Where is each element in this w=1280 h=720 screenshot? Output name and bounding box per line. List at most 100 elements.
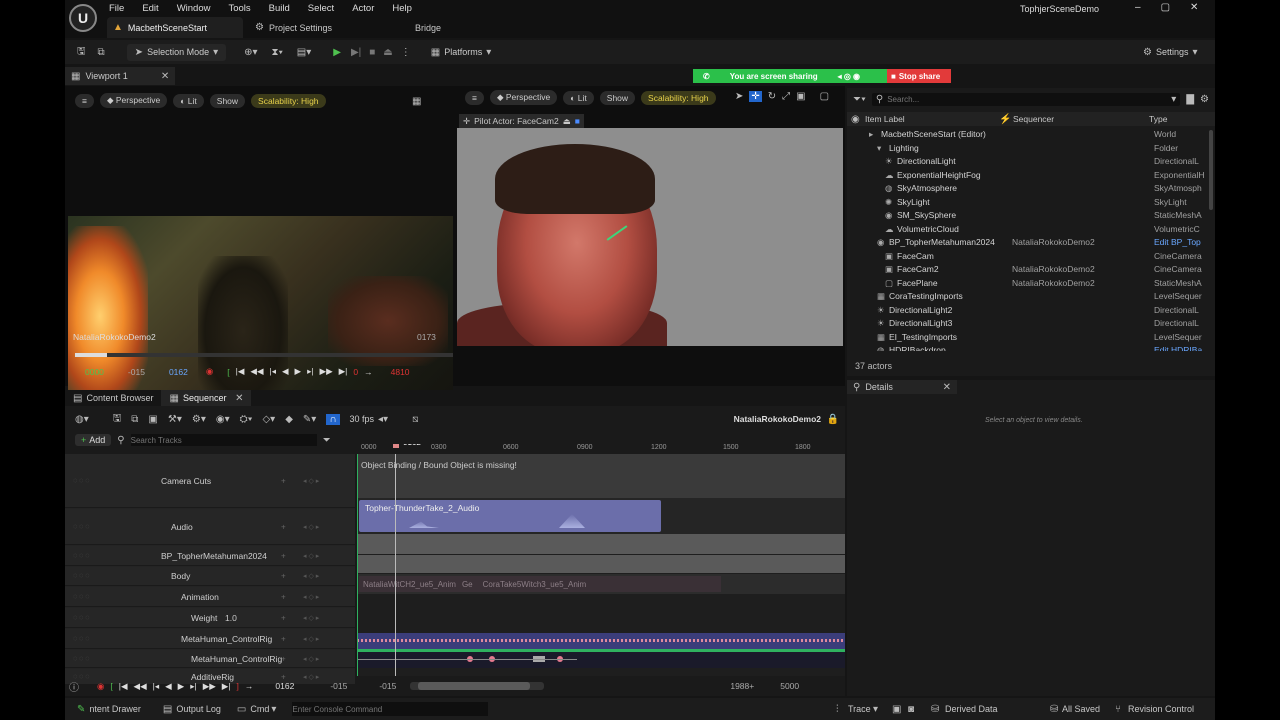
scale-tool-icon[interactable]: ⤢: [782, 91, 790, 102]
hamburger-icon[interactable]: ≡: [75, 93, 94, 108]
outliner-row[interactable]: ▣ FaceCam2 NataliaRokokoDemo2 CineCamera: [847, 264, 1207, 278]
outliner-row[interactable]: ◍ HDRIBackdrop Edit HDRIBa: [847, 345, 1207, 351]
track-row[interactable]: ◌ ◌ ◌ BP_TopherMetahuman2024 + ◂ ◇ ▸: [65, 546, 355, 566]
content-drawer-button[interactable]: ntent Drawer: [89, 704, 141, 714]
find-in-browser-icon[interactable]: ⧉: [131, 414, 138, 425]
close-icon[interactable]: ✕: [161, 71, 169, 82]
trace-button[interactable]: Trace: [848, 704, 871, 714]
tab-macbeth-scene[interactable]: ▲ MacbethSceneStart: [107, 17, 243, 38]
track-row[interactable]: ◌ ◌ ◌ MetaHuman_ControlRig + ◂ ◇ ▸: [65, 629, 355, 649]
add-actor-icon[interactable]: ⊕▾: [244, 47, 257, 58]
view-options-icon[interactable]: ◉▾: [216, 414, 230, 425]
derived-data-button[interactable]: Derived Data: [945, 704, 998, 714]
track-value[interactable]: 1.0: [225, 613, 237, 623]
control-rig-keys-lane[interactable]: [357, 633, 845, 649]
folder-add-icon[interactable]: ▇: [1186, 94, 1194, 105]
track-add-icon[interactable]: +: [281, 613, 286, 622]
close-icon[interactable]: ✕: [1190, 2, 1198, 13]
outliner-search-input[interactable]: [887, 94, 1138, 104]
menu-select[interactable]: Select: [308, 3, 334, 14]
lock-icon[interactable]: 🔒: [827, 414, 839, 425]
show-button[interactable]: Show: [209, 93, 246, 108]
hamburger-icon[interactable]: ≡: [465, 90, 484, 105]
scalability-badge[interactable]: Scalability: High: [251, 93, 326, 108]
menu-build[interactable]: Build: [269, 3, 290, 14]
menu-help[interactable]: Help: [392, 3, 412, 14]
add-track-button[interactable]: + Add: [75, 434, 112, 446]
outliner-row[interactable]: ◉ BP_TopherMetahuman2024 NataliaRokokoDemo…: [847, 237, 1207, 251]
fps-selector[interactable]: 30 fps ◂▾: [350, 414, 389, 425]
chevron-down-icon[interactable]: ▾: [1171, 94, 1176, 105]
timeline-area[interactable]: 0000 0300 0600 0900 1200 1500 1800 0162 Object…: [357, 444, 845, 676]
outliner-row[interactable]: ▸ MacbethSceneStart (Editor) World: [847, 129, 1207, 143]
track-key-nav-icons[interactable]: ◂ ◇ ▸: [303, 477, 319, 485]
track-key-nav-icons[interactable]: ◂ ◇ ▸: [303, 523, 319, 531]
outliner-row[interactable]: ▦ EI_TestingImports LevelSequer: [847, 332, 1207, 346]
playhead-marker[interactable]: [393, 444, 399, 448]
lit-button[interactable]: ◐ Lit: [563, 90, 594, 105]
blueprint-icon[interactable]: ⧗▾: [272, 47, 283, 58]
stop-share-button[interactable]: ■ Stop share: [887, 69, 951, 83]
all-saved-button[interactable]: All Saved: [1062, 704, 1100, 714]
body-lane[interactable]: [357, 555, 845, 573]
col-type[interactable]: Type: [1149, 114, 1167, 124]
record-icon[interactable]: ◉: [206, 366, 213, 377]
step-back-key-icon[interactable]: ◀◀: [134, 681, 147, 692]
stop-icon[interactable]: ■: [369, 47, 375, 58]
menu-edit[interactable]: Edit: [142, 3, 158, 14]
revision-control-button[interactable]: Revision Control: [1128, 704, 1194, 714]
transform-icon[interactable]: ⚙▾: [192, 414, 206, 425]
step-forward-key-icon[interactable]: ▶▶: [320, 366, 333, 377]
move-tool-icon[interactable]: ✛: [749, 91, 762, 102]
outliner-row[interactable]: ☀ DirectionalLight2 DirectionalL: [847, 305, 1207, 319]
select-tool-icon[interactable]: ➤: [735, 91, 743, 102]
viewport-2-scene[interactable]: ↗: [457, 128, 843, 346]
camera-lock-icon[interactable]: ■: [575, 116, 580, 126]
chevron-down-icon[interactable]: ▾: [873, 704, 878, 715]
maximize-viewport-icon[interactable]: ▢: [820, 91, 829, 102]
scalability-badge[interactable]: Scalability: High: [641, 90, 716, 105]
filter-icon[interactable]: ⏷: [323, 435, 331, 446]
track-row[interactable]: ◌ ◌ ◌ Camera Cuts + ◂ ◇ ▸: [65, 454, 355, 508]
track-toggle-icons[interactable]: ◌ ◌ ◌: [73, 614, 89, 621]
auto-key-icon[interactable]: ◆: [285, 414, 293, 425]
jump-end-icon[interactable]: ▶|: [339, 366, 348, 377]
menu-file[interactable]: File: [109, 3, 124, 14]
close-icon[interactable]: ✕: [943, 382, 951, 393]
weight-lane[interactable]: [357, 594, 845, 614]
loop-icon[interactable]: →: [364, 367, 373, 377]
play-icon[interactable]: ▶: [333, 47, 341, 58]
additive-rig-lane[interactable]: [357, 652, 845, 668]
lit-button[interactable]: ◐ Lit: [173, 93, 204, 108]
audio-lane[interactable]: Topher-ThunderTake_2_Audio: [357, 498, 845, 534]
cinematics-icon[interactable]: ▤▾: [297, 47, 311, 58]
world-icon[interactable]: ◍▾: [75, 414, 89, 425]
view-end-time[interactable]: 1988+: [730, 681, 754, 691]
working-end-time[interactable]: 5000: [780, 681, 799, 691]
track-row[interactable]: ◌ ◌ ◌ Audio + ◂ ◇ ▸: [65, 509, 355, 545]
outliner-row[interactable]: ▾ Lighting Folder: [847, 143, 1207, 157]
snap-icon[interactable]: ∩: [326, 413, 340, 425]
more-icon[interactable]: ⋮: [401, 47, 411, 58]
outliner-row[interactable]: ◉ SM_SkySphere StaticMeshA: [847, 210, 1207, 224]
reverse-icon[interactable]: ◀: [165, 681, 172, 692]
outliner-row[interactable]: ☀ DirectionalLight DirectionalL: [847, 156, 1207, 170]
screenshot-icon[interactable]: ▣: [892, 704, 901, 715]
viewport-2[interactable]: ≡ ◆ Perspective ◐ Lit Show Scalability: …: [455, 86, 845, 386]
menu-tools[interactable]: Tools: [228, 3, 250, 14]
perspective-button[interactable]: ◆ Perspective: [99, 93, 168, 108]
track-toggle-icons[interactable]: ◌ ◌ ◌: [73, 655, 89, 662]
timeline-ruler[interactable]: 0000 0300 0600 0900 1200 1500 1800: [357, 444, 845, 454]
minimize-icon[interactable]: –: [1135, 2, 1141, 13]
track-key-nav-icons[interactable]: ◂ ◇ ▸: [303, 635, 319, 643]
step-forward-icon[interactable]: ▸|: [307, 366, 313, 377]
settings-button[interactable]: ⚙ Settings ▾: [1143, 47, 1198, 58]
rotate-tool-icon[interactable]: ↻: [768, 91, 776, 102]
eject-pilot-icon[interactable]: ⏏: [563, 116, 571, 127]
track-key-nav-icons[interactable]: ◂ ◇ ▸: [303, 552, 319, 560]
console-input[interactable]: [292, 702, 489, 716]
selection-mode-button[interactable]: ➤ Selection Mode ▾: [126, 43, 227, 61]
curve-editor-icon[interactable]: ⧅: [412, 414, 418, 425]
play-icon[interactable]: ▶: [295, 366, 302, 377]
track-add-icon[interactable]: +: [281, 572, 286, 581]
